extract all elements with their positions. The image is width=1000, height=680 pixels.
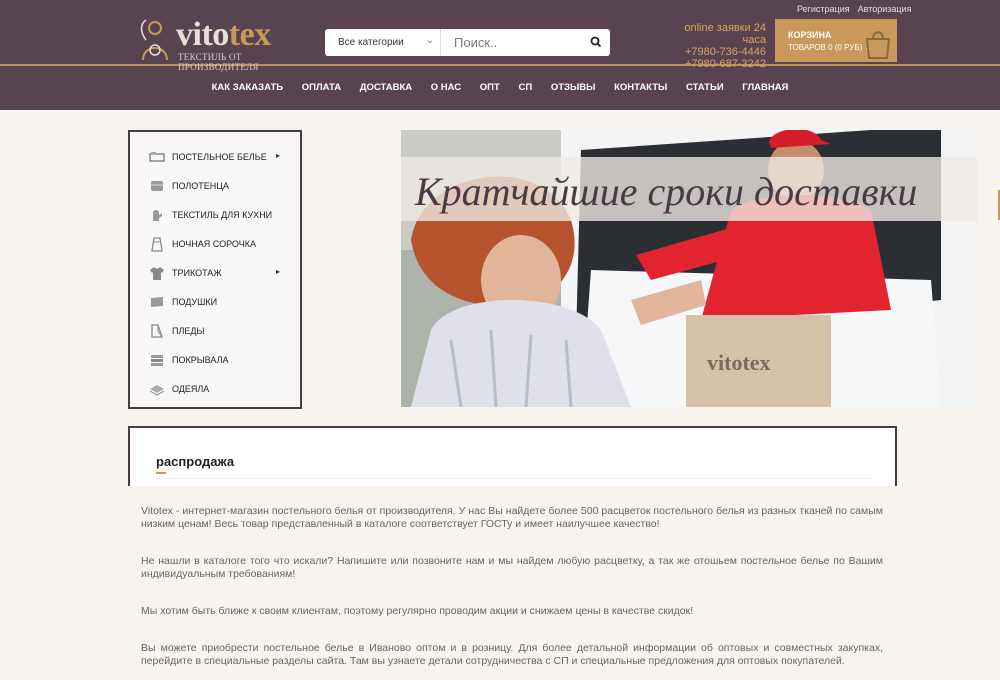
mitten-icon [153,210,162,221]
box-logo: vitotex [707,350,771,375]
logo-mark-icon [140,19,168,61]
nav-delivery[interactable]: ДОСТАВКА [360,82,412,93]
main-nav: КАК ЗАКАЗАТЬ ОПЛАТА ДОСТАВКА О НАС ОПТ С… [0,82,1000,93]
cart-button[interactable]: КОРЗИНА ТОВАРОВ 0 (0 РУБ) ⌄ [775,19,897,62]
nav-articles[interactable]: СТАТЬИ [686,82,724,93]
account-links: Регистрация Авторизация [797,4,919,14]
category-sidebar: ПОСТЕЛЬНОЕ БЕЛЬЕ ▸ ПОЛОТЕНЦА ТЕКСТИЛЬ ДЛ… [128,130,302,409]
search-icon[interactable] [588,33,604,51]
register-link[interactable]: Регистрация [797,4,850,14]
tshirt-icon [150,267,164,280]
pillow-icon [151,297,163,307]
search-bar: Все категории ⌄ Поиск.. [325,29,610,56]
nav-how-to-order[interactable]: КАК ЗАКАЗАТЬ [212,82,284,93]
title-underline [156,472,166,474]
category-select[interactable]: Все категории ⌄ [325,29,441,56]
logo-tagline: ТЕКСТИЛЬ ОТ ПРОИЗВОДИТЕЛЯ [178,52,259,72]
online-orders-label: online заявки 24 часа [684,22,766,46]
chevron-down-icon: ⌄ [425,35,434,46]
nav-contacts[interactable]: КОНТАКТЫ [614,82,667,93]
chevron-right-icon: ▸ [276,151,281,160]
intro-paragraph: Vitotex - интернет-магазин постельного б… [141,505,883,530]
phone-1[interactable]: +7980-736-4446 [660,46,766,58]
bed-icon [149,152,165,162]
nav-home[interactable]: ГЛАВНАЯ [742,82,788,93]
sidebar-item-knitwear[interactable]: ТРИКОТАЖ ▸ [130,259,300,287]
phone-2[interactable]: +7980-687-3242 [660,58,766,70]
sale-title: распродажа [156,454,235,469]
login-link[interactable]: Авторизация [858,4,912,14]
sidebar-item-pillows[interactable]: ПОДУШКИ [130,288,300,316]
sidebar-item-kitchen-textile[interactable]: ТЕКСТИЛЬ ДЛЯ КУХНИ [130,201,300,229]
sale-section: распродажа [128,426,897,486]
bedspread-icon [151,355,163,366]
header-divider [0,64,1000,66]
sidebar-item-towels[interactable]: ПОЛОТЕНЦА [130,172,300,200]
divider [156,478,872,479]
nav-payment[interactable]: ОПЛАТА [302,82,341,93]
chevron-right-icon: ▸ [276,267,281,276]
custom-order-paragraph: Не нашли в каталоге того что искали? Нап… [141,555,883,580]
nav-wholesale[interactable]: ОПТ [480,82,500,93]
shopping-bag-icon [865,31,891,59]
search-input[interactable]: Поиск.. [442,29,582,56]
duvet-icon [149,385,165,396]
logo-wordmark: vitotex [176,16,271,53]
blanket-icon [151,324,163,338]
contact-phones: online заявки 24 часа +7980-736-4446 +79… [660,22,766,70]
nightgown-icon [151,237,163,252]
nav-reviews[interactable]: ОТЗЫВЫ [551,82,596,93]
sidebar-item-nightgown[interactable]: НОЧНАЯ СОРОЧКА [130,230,300,258]
discounts-paragraph: Мы хотим быть ближе к своим клиентам, по… [141,605,694,617]
sidebar-item-duvets[interactable]: ОДЕЯЛА [130,375,300,403]
nav-about[interactable]: О НАС [431,82,461,93]
promo-banner[interactable]: Кратчайшие сроки доставки vitotex [401,130,977,407]
sidebar-item-bedding[interactable]: ПОСТЕЛЬНОЕ БЕЛЬЕ ▸ [130,143,300,171]
towel-icon [151,181,163,191]
site-logo[interactable]: vitotex ТЕКСТИЛЬ ОТ ПРОИЗВОДИТЕЛЯ [138,16,298,72]
banner-caption: Кратчайшие сроки доставки [415,169,918,214]
wholesale-paragraph: Вы можете приобрести постельное белье в … [141,642,883,667]
nav-sp[interactable]: СП [518,82,532,93]
cart-summary: ТОВАРОВ 0 (0 РУБ) ⌄ [788,43,872,52]
sidebar-item-bedspreads[interactable]: ПОКРЫВАЛА [130,346,300,374]
cart-label: КОРЗИНА [788,30,832,40]
sidebar-item-plaids[interactable]: ПЛЕДЫ [130,317,300,345]
